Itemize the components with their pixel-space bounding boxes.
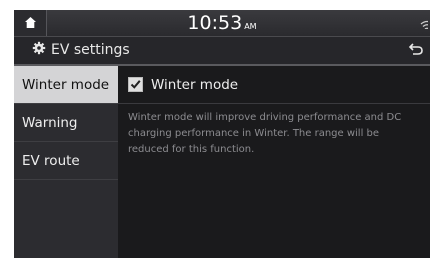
gear-icon xyxy=(32,41,46,59)
page-title: EV settings xyxy=(32,41,130,59)
winter-mode-checkbox[interactable] xyxy=(128,77,143,92)
clock: 10:53 AM xyxy=(14,12,430,34)
sidebar-item-warning[interactable]: Warning xyxy=(14,104,118,142)
winter-mode-option[interactable]: Winter mode xyxy=(118,66,430,104)
wifi-icon xyxy=(420,17,428,29)
content-panel: Winter mode Winter mode will improve dri… xyxy=(118,66,430,258)
back-arrow-icon xyxy=(408,41,424,60)
status-bar: 10:53 AM xyxy=(14,10,430,37)
clock-ampm: AM xyxy=(244,22,257,31)
title-bar: EV settings xyxy=(14,37,430,66)
sidebar: Winter mode Warning EV route xyxy=(14,66,118,258)
winter-mode-label: Winter mode xyxy=(151,76,239,93)
clock-time: 10:53 xyxy=(187,12,243,34)
sidebar-item-winter-mode[interactable]: Winter mode xyxy=(14,66,118,104)
page-title-text: EV settings xyxy=(51,42,130,58)
infotainment-screen: 10:53 AM EV settings Winter mode Warning… xyxy=(14,10,430,258)
winter-mode-description: Winter mode will improve driving perform… xyxy=(128,112,402,155)
sidebar-item-ev-route[interactable]: EV route xyxy=(14,142,118,180)
back-button[interactable] xyxy=(402,40,430,61)
